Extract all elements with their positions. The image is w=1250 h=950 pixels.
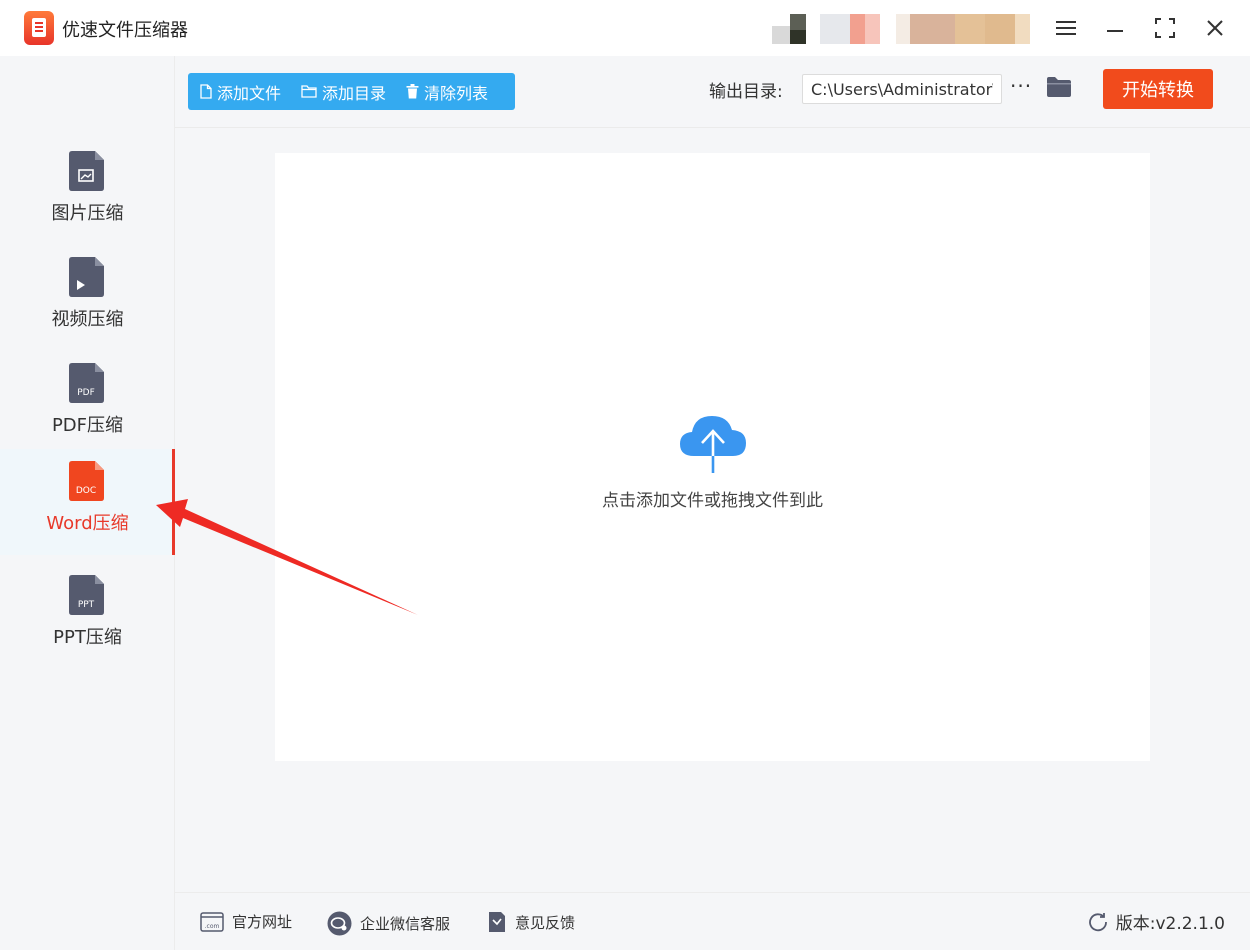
open-folder-icon[interactable] — [1046, 76, 1072, 98]
folder-outline-icon — [301, 85, 317, 98]
cloud-upload-icon — [680, 416, 746, 475]
close-button[interactable] — [1199, 12, 1231, 44]
svg-text:.com: .com — [205, 923, 220, 930]
menu-icon — [1056, 21, 1076, 35]
close-icon — [1207, 20, 1223, 36]
title-bar: 优速文件压缩器 — [0, 0, 1250, 56]
wechat-icon — [327, 911, 352, 936]
doc-file-icon: DOC — [69, 461, 104, 501]
sidebar-item-label: Word压缩 — [46, 513, 129, 534]
ppt-file-icon: PPT — [69, 575, 104, 615]
website-label: 官方网址 — [232, 913, 293, 931]
sidebar-item-label: PPT压缩 — [53, 627, 122, 648]
feedback-link[interactable]: 意见反馈 — [487, 911, 575, 933]
sidebar-item-word[interactable]: DOC Word压缩 — [0, 449, 175, 555]
file-icon — [200, 84, 212, 99]
trash-icon — [406, 84, 419, 99]
app-logo-icon — [24, 11, 54, 45]
sidebar-item-pdf[interactable]: PDF PDF压缩 — [0, 351, 175, 457]
browse-more-button[interactable]: ··· — [1010, 74, 1032, 98]
pdf-file-icon: PDF — [69, 363, 104, 403]
drop-hint: 点击添加文件或拖拽文件到此 — [602, 491, 823, 511]
footer: .com 官方网址 企业微信客服 意见反馈 版本:v2.2.1.0 — [175, 892, 1250, 950]
sidebar-item-video[interactable]: 视频压缩 — [0, 245, 175, 351]
sidebar-item-label: 视频压缩 — [51, 309, 124, 330]
output-dir-input[interactable] — [802, 74, 1002, 104]
sidebar-item-ppt[interactable]: PPT PPT压缩 — [0, 563, 175, 669]
wechat-support-link[interactable]: 企业微信客服 — [327, 911, 450, 936]
app-title: 优速文件压缩器 — [62, 20, 188, 41]
output-dir-label: 输出目录: — [709, 82, 783, 102]
clear-list-label: 清除列表 — [424, 83, 489, 103]
website-icon: .com — [200, 911, 224, 932]
clear-list-button[interactable]: 清除列表 — [406, 80, 488, 104]
feedback-label: 意见反馈 — [515, 913, 576, 932]
minimize-icon — [1107, 30, 1123, 32]
add-folder-label: 添加目录 — [322, 83, 387, 103]
main-area: 点击添加文件或拖拽文件到此 — [175, 128, 1250, 892]
menu-button[interactable] — [1050, 12, 1082, 44]
refresh-icon — [1088, 912, 1107, 931]
maximize-button[interactable] — [1149, 12, 1181, 44]
file-actions-group: 添加文件 添加目录 清除列表 — [188, 73, 515, 110]
add-folder-button[interactable]: 添加目录 — [301, 80, 386, 104]
image-file-icon — [69, 151, 104, 191]
start-convert-button[interactable]: 开始转换 — [1103, 69, 1213, 109]
version-info[interactable]: 版本:v2.2.1.0 — [1088, 909, 1225, 934]
svg-text:DOC: DOC — [76, 486, 96, 496]
minimize-button[interactable] — [1099, 12, 1131, 44]
sidebar-item-label: 图片压缩 — [51, 203, 124, 224]
add-file-button[interactable]: 添加文件 — [200, 80, 281, 104]
toolbar: 添加文件 添加目录 清除列表 输出目录: ··· 开始转换 — [175, 56, 1250, 128]
maximize-icon — [1155, 18, 1175, 38]
sidebar-item-image[interactable]: 图片压缩 — [0, 139, 175, 245]
svg-text:PPT: PPT — [78, 600, 95, 610]
feedback-icon — [489, 912, 505, 932]
wechat-label: 企业微信客服 — [360, 915, 451, 933]
video-file-icon — [69, 257, 104, 297]
file-drop-zone[interactable]: 点击添加文件或拖拽文件到此 — [275, 153, 1150, 761]
version-label: 版本:v2.2.1.0 — [1115, 914, 1225, 934]
website-link[interactable]: .com 官方网址 — [200, 911, 292, 932]
sidebar: 图片压缩 视频压缩 PDF PDF压缩 DOC Word压缩 PPT PPT压缩 — [0, 56, 175, 950]
add-file-label: 添加文件 — [217, 83, 282, 103]
svg-text:PDF: PDF — [77, 388, 95, 398]
sidebar-item-label: PDF压缩 — [51, 415, 124, 436]
